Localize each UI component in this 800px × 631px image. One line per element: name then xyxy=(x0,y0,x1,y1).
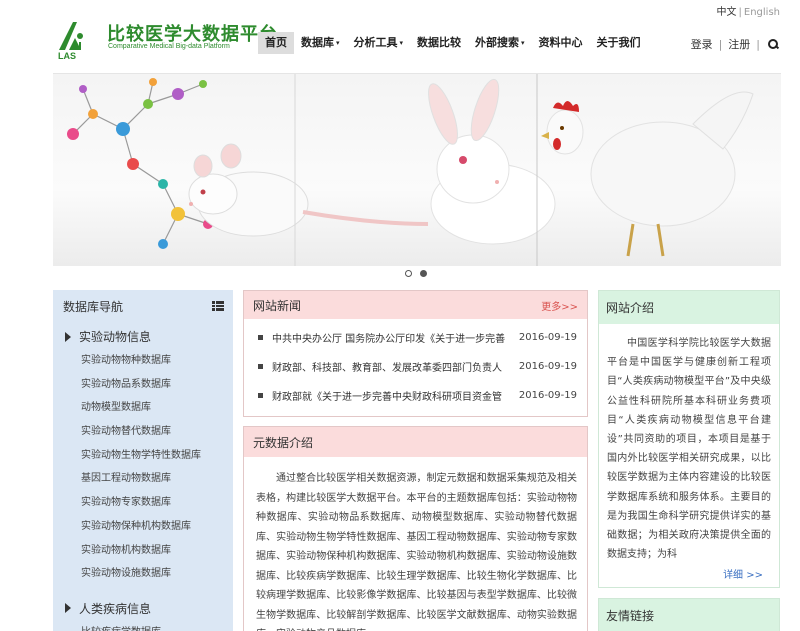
sidebar-item[interactable]: 基因工程动物数据库 xyxy=(53,467,233,491)
site-intro-panel: 网站介绍 中国医学科学院比较医学大数据平台是中国医学与健康创新工程项目“人类疾病… xyxy=(598,290,780,588)
language-switcher: 中文 | English xyxy=(717,3,780,18)
news-item[interactable]: 中共中央办公厅 国务院办公厅印发《关于进一步完善 2016-09-19 xyxy=(244,323,587,352)
database-nav-sidebar: 数据库导航 实验动物信息实验动物物种数据库 实验动物品系数据库 动物模型数据库 实验动… xyxy=(53,290,233,631)
sidebar-item[interactable]: 实验动物专家数据库 xyxy=(53,491,233,515)
nav-item-4[interactable]: 外部搜索 ▾ xyxy=(468,32,532,54)
lang-separator: | xyxy=(738,7,742,18)
sidebar-item[interactable]: 实验动物物种数据库 xyxy=(53,349,233,373)
nav-item-0[interactable]: 首页 xyxy=(258,32,294,54)
chicken-graphic xyxy=(541,91,754,257)
news-item[interactable]: 财政部就《关于进一步完善中央财政科研项目资金管 2016-09-19 xyxy=(244,381,587,410)
nav-item-label: 关于我们 xyxy=(596,36,641,49)
news-header: 网站新闻 更多>> xyxy=(244,291,587,319)
news-list: 中共中央办公厅 国务院办公厅印发《关于进一步完善 2016-09-19 财政部、科技… xyxy=(244,319,587,410)
news-item-title[interactable]: 财政部就《关于进一步完善中央财政科研项目资金管 xyxy=(272,388,507,403)
news-item[interactable]: 财政部、科技部、教育部、发展改革委四部门负责人 2016-09-19 xyxy=(244,352,587,381)
nav-item-2[interactable]: 分析工具 ▾ xyxy=(347,32,411,54)
nav-item-label: 数据库 xyxy=(301,36,334,49)
banner-pagination xyxy=(405,270,427,277)
metadata-intro-title: 元数据介绍 xyxy=(253,435,314,450)
logo-subtitle: Comparative Medical Big-data Platform xyxy=(108,43,230,50)
sidebar-section-0[interactable]: 实验动物信息 xyxy=(53,324,233,349)
bullet-icon xyxy=(258,364,263,369)
banner-illustration xyxy=(67,74,754,266)
nav-item-label: 外部搜索 xyxy=(475,36,520,49)
caret-right-icon xyxy=(65,603,71,614)
bullet-icon xyxy=(258,335,263,340)
list-icon[interactable] xyxy=(212,301,224,311)
user-separator: | xyxy=(756,37,760,51)
nav-item-1[interactable]: 数据库 ▾ xyxy=(294,32,347,54)
metadata-intro-header: 元数据介绍 xyxy=(244,427,587,457)
news-more-link[interactable]: 更多>> xyxy=(541,298,578,313)
news-item-date: 2016-09-19 xyxy=(518,390,577,401)
friendly-links-header: 友情链接 xyxy=(599,599,779,631)
site-intro-detail-link[interactable]: 详细 >> xyxy=(723,566,763,581)
lang-en-link[interactable]: English xyxy=(744,7,780,18)
news-item-title[interactable]: 中共中央办公厅 国务院办公厅印发《关于进一步完善 xyxy=(272,330,507,345)
user-separator: | xyxy=(718,37,723,51)
sidebar-item[interactable]: 动物模型数据库 xyxy=(53,396,233,420)
nav-item-6[interactable]: 关于我们 xyxy=(590,32,648,54)
main-nav: 首页 数据库 ▾ 分析工具 ▾ 数据比较 外部搜索 ▾ 资料中心 关于我们 xyxy=(258,32,648,54)
hero-banner[interactable] xyxy=(53,73,781,266)
search-icon[interactable] xyxy=(768,39,778,49)
nav-item-label: 分析工具 xyxy=(353,36,398,49)
chevron-down-icon: ▾ xyxy=(399,39,404,47)
sidebar-sections: 实验动物信息实验动物物种数据库 实验动物品系数据库 动物模型数据库 实验动物替代数据库… xyxy=(53,324,233,631)
sidebar-item[interactable]: 实验动物替代数据库 xyxy=(53,420,233,444)
molecule-graphic xyxy=(72,81,209,245)
logo-mark-icon: LAS xyxy=(58,22,83,60)
mouse-graphic xyxy=(188,143,429,237)
sidebar-item[interactable]: 实验动物设施数据库 xyxy=(53,562,233,586)
site-intro-header: 网站介绍 xyxy=(599,291,779,324)
banner-dot-2[interactable] xyxy=(420,270,427,277)
sidebar-header: 数据库导航 xyxy=(53,290,233,322)
login-link[interactable]: 登录 xyxy=(691,36,713,52)
caret-right-icon xyxy=(65,331,71,342)
sidebar-item[interactable]: 实验动物生物学特性数据库 xyxy=(53,444,233,468)
sidebar-item[interactable]: 比较疾病学数据库 xyxy=(53,621,233,631)
nav-item-label: 资料中心 xyxy=(538,36,583,49)
site-intro-title: 网站介绍 xyxy=(606,301,655,315)
sidebar-section-title: 人类疾病信息 xyxy=(79,601,152,616)
lang-zh-link[interactable]: 中文 xyxy=(717,7,737,18)
register-link[interactable]: 注册 xyxy=(728,36,750,52)
nav-item-label: 首页 xyxy=(265,36,287,49)
sidebar-section-1[interactable]: 人类疾病信息 xyxy=(53,596,233,621)
sidebar-title: 数据库导航 xyxy=(63,299,124,314)
logo-mark-text: LAS xyxy=(58,51,76,60)
site-logo[interactable]: LAS 比较医学大数据平台 Comparative Medical Big-da… xyxy=(55,18,277,60)
banner-dot-1[interactable] xyxy=(405,270,412,277)
site-intro-text: 中国医学科学院比较医学大数据平台是中国医学与健康创新工程项目“人类疾病动物模型平… xyxy=(607,338,771,561)
news-panel: 网站新闻 更多>> 中共中央办公厅 国务院办公厅印发《关于进一步完善 2016-0… xyxy=(243,290,588,417)
news-item-date: 2016-09-19 xyxy=(518,332,577,343)
chevron-down-icon: ▾ xyxy=(521,39,525,47)
news-item-title[interactable]: 财政部、科技部、教育部、发展改革委四部门负责人 xyxy=(272,359,507,374)
metadata-intro-panel: 元数据介绍 通过整合比较医学相关数据资源，制定元数据和数据采集规范及相关表格，构… xyxy=(243,426,588,631)
news-item-date: 2016-09-19 xyxy=(518,361,577,372)
metadata-intro-text: 通过整合比较医学相关数据资源，制定元数据和数据采集规范及相关表格，构建比较医学大… xyxy=(256,473,577,631)
sidebar-item[interactable]: 实验动物品系数据库 xyxy=(53,373,233,397)
rabbit-graphic xyxy=(428,78,556,245)
friendly-links-panel: 友情链接 xyxy=(598,598,780,631)
nav-item-label: 数据比较 xyxy=(417,36,462,49)
chevron-down-icon: ▾ xyxy=(336,39,340,47)
friendly-links-title: 友情链接 xyxy=(606,609,655,623)
news-title: 网站新闻 xyxy=(253,298,302,313)
user-links: 登录 | 注册 | xyxy=(691,36,778,52)
sidebar-item[interactable]: 实验动物保种机构数据库 xyxy=(53,515,233,539)
nav-item-3[interactable]: 数据比较 xyxy=(410,32,468,54)
sidebar-section-title: 实验动物信息 xyxy=(79,330,152,344)
bullet-icon xyxy=(258,393,263,398)
sidebar-item[interactable]: 实验动物机构数据库 xyxy=(53,539,233,563)
nav-item-5[interactable]: 资料中心 xyxy=(532,32,590,54)
